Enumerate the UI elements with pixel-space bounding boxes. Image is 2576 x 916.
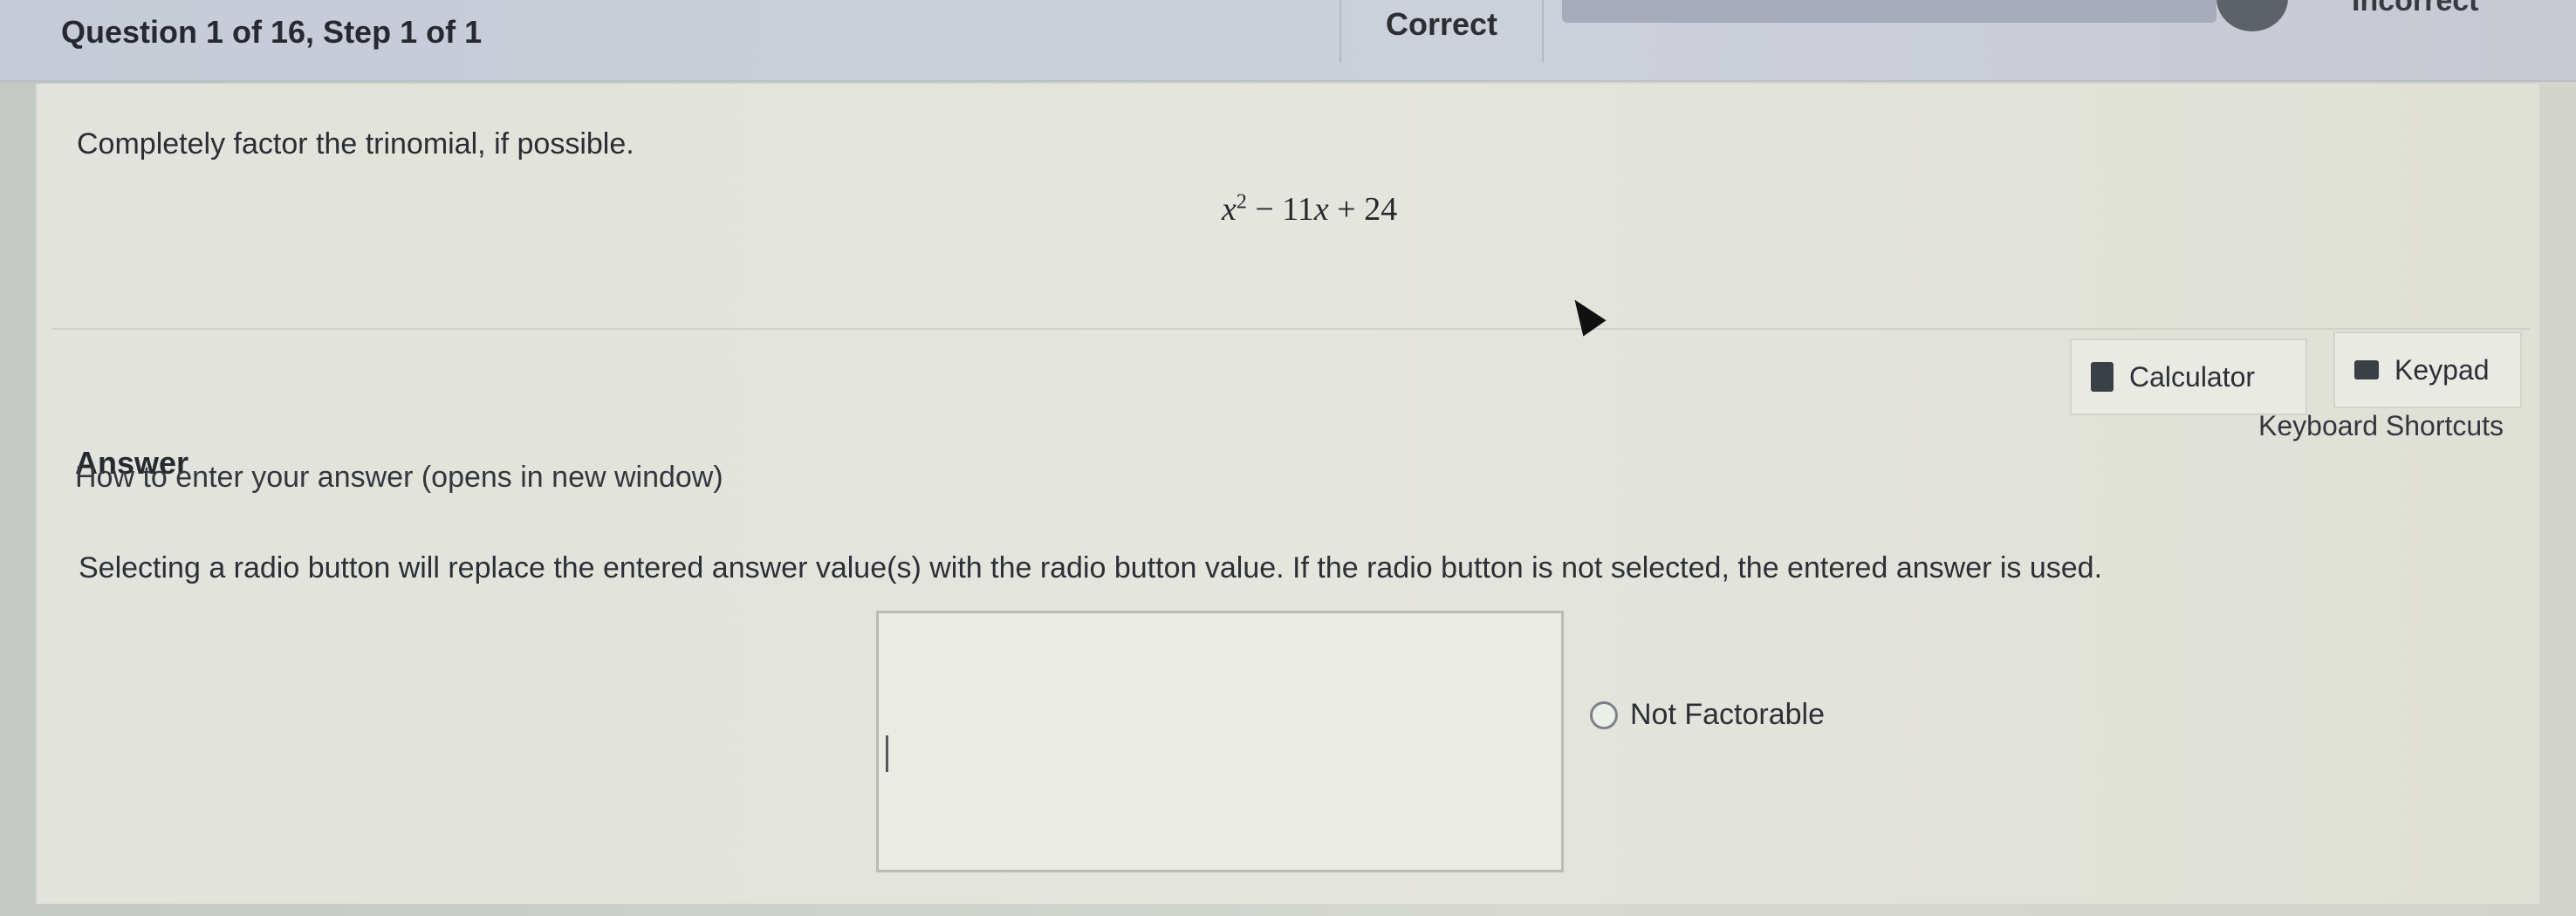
keyboard-icon [2354, 360, 2379, 379]
keyboard-shortcuts-link[interactable]: Keyboard Shortcuts [2258, 410, 2504, 442]
incorrect-tab-bar[interactable] [1562, 0, 2216, 23]
not-factorable-radio[interactable] [1590, 701, 1618, 729]
status-indicator-icon [2216, 0, 2288, 31]
math-variable-2: x [1313, 191, 1329, 228]
not-factorable-option[interactable]: Not Factorable [1590, 698, 1825, 732]
section-divider [52, 328, 2531, 330]
question-prompt: Completely factor the trinomial, if poss… [77, 127, 634, 161]
how-to-enter-link[interactable]: How to enter your answer (opens in new w… [75, 461, 723, 495]
math-exponent: 2 [1236, 190, 1247, 214]
question-title: Question 1 of 16, Step 1 of 1 [61, 14, 483, 50]
calculator-button[interactable]: Calculator [2070, 338, 2307, 415]
math-middle: − 11 [1246, 191, 1314, 228]
text-cursor [886, 735, 888, 772]
math-variable: x [1222, 191, 1237, 228]
correct-tab[interactable]: Correct [1339, 0, 1544, 63]
not-factorable-label: Not Factorable [1630, 698, 1825, 731]
calculator-icon [2091, 362, 2114, 392]
answer-input[interactable] [876, 611, 1564, 872]
radio-instruction: Selecting a radio button will replace th… [79, 551, 2103, 584]
calculator-label: Calculator [2129, 360, 2256, 393]
math-expression: x2 − 11x + 24 [1222, 190, 1397, 229]
keypad-label: Keypad [2394, 353, 2490, 386]
keypad-button[interactable]: Keypad [2333, 332, 2522, 408]
math-tail: + 24 [1328, 191, 1398, 228]
incorrect-tab-label[interactable]: Incorrect [2352, 0, 2479, 18]
question-header: Question 1 of 16, Step 1 of 1 Correct In… [0, 0, 2576, 82]
